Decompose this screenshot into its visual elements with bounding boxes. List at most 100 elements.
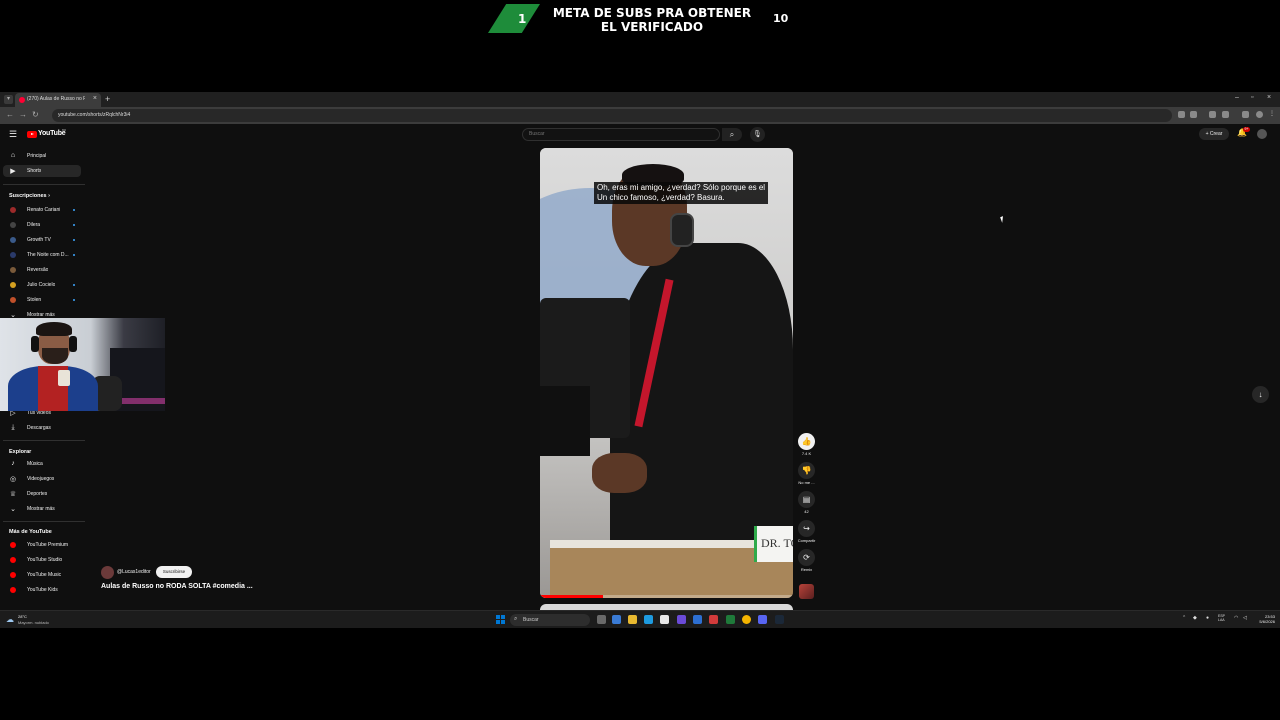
sidebar-icon[interactable] <box>1242 111 1249 118</box>
youtube-kids-icon <box>10 587 16 593</box>
system-clock[interactable]: 23:53 5/6/2026 <box>1255 614 1275 624</box>
sidebar-item-downloads[interactable]: ⤓ Descargas <box>3 422 81 434</box>
sidebar-item-subscription[interactable]: Julio Cocielo <box>3 279 81 291</box>
youtube-page: ☰ YouTube BR ⌕ 🎙 + Crear 🔔 9+ ⌂ Principa… <box>0 124 1280 610</box>
sound-thumbnail[interactable] <box>799 584 814 599</box>
share-label: Compartir <box>797 538 816 543</box>
minimize-icon[interactable]: – <box>1235 94 1239 101</box>
next-short-arrow-icon[interactable]: ↓ <box>1252 386 1269 403</box>
search-box[interactable] <box>522 128 720 141</box>
store-icon[interactable] <box>660 615 669 624</box>
remix-action[interactable]: ⟳ Remix <box>798 549 815 572</box>
back-icon[interactable]: ← <box>6 110 14 119</box>
share-icon[interactable]: ↪ <box>798 520 815 537</box>
tray-app-icon[interactable]: ● <box>1206 615 1209 621</box>
microphone-icon[interactable]: 🎙 <box>750 127 765 142</box>
short-title[interactable]: Aulas de Russo no RODA SOLTA #comedia ..… <box>101 583 253 590</box>
bookmark-star-icon[interactable] <box>1190 111 1197 118</box>
close-window-icon[interactable]: × <box>1267 94 1271 101</box>
channel-avatar[interactable] <box>101 566 114 579</box>
tab-search-chevron-icon[interactable]: ▾ <box>4 95 13 104</box>
browser-menu-icon[interactable]: ⋮ <box>1269 111 1276 118</box>
discord-icon[interactable] <box>758 615 767 624</box>
maximize-icon[interactable]: ▫ <box>1251 94 1253 101</box>
sidebar-item-youtube-music[interactable]: YouTube Music <box>3 569 81 581</box>
app-icon[interactable] <box>709 615 718 624</box>
tray-app-icon[interactable]: ◆ <box>1193 615 1197 621</box>
like-count: 7.4 K <box>801 451 812 456</box>
channel-name[interactable]: @Lucas1editor <box>117 569 151 575</box>
weather-description[interactable]: Mayorm. nublado <box>18 620 49 625</box>
app-icon[interactable] <box>726 615 735 624</box>
sidebar-item-subscription[interactable]: Dilera <box>3 219 81 231</box>
weather-cloud-icon[interactable]: ☁ <box>6 615 14 624</box>
shorts-video-player[interactable]: DR. TOM Oh, eras mi amigo, ¿verdad? Sólo… <box>540 148 793 598</box>
browser-tab-active[interactable]: (270) Aulas de Russo no R... × <box>15 93 101 107</box>
widgets-icon[interactable] <box>612 615 621 624</box>
search-input[interactable] <box>529 131 699 137</box>
sidebar-divider <box>3 184 85 185</box>
sidebar-item-subscription[interactable]: Reversão <box>3 264 81 276</box>
task-view-icon[interactable] <box>597 615 606 624</box>
comments-count: 42 <box>804 509 809 514</box>
share-action[interactable]: ↪ Compartir <box>798 520 815 543</box>
sidebar-item-subscription[interactable]: The Noite com D... <box>3 249 81 261</box>
sidebar-divider <box>3 440 85 441</box>
comments-action[interactable]: ▤ 42 <box>798 491 815 514</box>
weather-temperature[interactable]: 28°C <box>18 614 27 619</box>
sidebar-item-sports[interactable]: ♕ Deportes <box>3 488 81 500</box>
language-indicator[interactable]: ESP LAA <box>1218 614 1225 622</box>
sidebar-item-gaming[interactable]: ◎ Videojuegos <box>3 473 81 485</box>
subscribe-button[interactable]: Suscribirse <box>156 566 192 578</box>
hamburger-menu-icon[interactable]: ☰ <box>9 129 17 140</box>
subscriptions-heading[interactable]: Suscripciones › <box>9 193 50 199</box>
search-button-icon[interactable]: ⌕ <box>722 128 742 141</box>
remix-icon[interactable]: ⟳ <box>798 549 815 566</box>
sidebar-item-subscription[interactable]: Renato Cariani <box>3 204 81 216</box>
sidebar-show-more-explore[interactable]: ⌄ Mostrar más <box>3 503 81 515</box>
comment-icon[interactable]: ▤ <box>798 491 815 508</box>
video-person-hand <box>592 453 647 493</box>
url-field[interactable]: youtube.com/shorts/zRqlchNr3i4 <box>52 109 1172 122</box>
volume-icon[interactable]: ◁ <box>1243 615 1247 621</box>
new-tab-icon[interactable]: + <box>105 94 110 104</box>
new-content-dot <box>73 239 75 241</box>
keyboard-layout: LAA <box>1218 618 1225 622</box>
progress-fill[interactable] <box>540 595 604 598</box>
app-icon[interactable] <box>677 615 686 624</box>
account-avatar[interactable] <box>1257 129 1267 139</box>
extensions-puzzle-icon[interactable] <box>1222 111 1229 118</box>
sidebar-item-youtube-studio[interactable]: YouTube Studio <box>3 554 81 566</box>
youtube-logo-icon[interactable] <box>27 131 37 138</box>
wifi-icon[interactable]: ◠ <box>1234 615 1238 621</box>
tab-close-icon[interactable]: × <box>93 95 97 102</box>
dislike-action[interactable]: 👎 No me ... <box>798 462 815 485</box>
sidebar-item-music[interactable]: ♪ Música <box>3 458 81 470</box>
edge-browser-icon[interactable] <box>644 615 653 624</box>
dislike-icon[interactable]: 👎 <box>798 462 815 479</box>
extension-icon[interactable] <box>1209 111 1216 118</box>
sidebar-item-shorts[interactable]: ▶ Shorts <box>3 165 81 177</box>
app-icon[interactable] <box>693 615 702 624</box>
profile-icon[interactable] <box>1256 111 1263 118</box>
taskbar-search[interactable]: ⌕ Buscar <box>510 614 590 626</box>
dislike-label: No me ... <box>798 480 815 485</box>
sidebar-item-youtube-kids[interactable]: YouTube Kids <box>3 584 81 596</box>
windows-start-icon[interactable] <box>496 615 505 624</box>
music-icon: ♪ <box>11 460 15 467</box>
file-explorer-icon[interactable] <box>628 615 637 624</box>
forward-icon[interactable]: → <box>19 110 27 119</box>
reload-icon[interactable]: ↻ <box>32 110 39 119</box>
cast-icon[interactable] <box>1178 111 1185 118</box>
sidebar-item-principal[interactable]: ⌂ Principal <box>3 150 81 162</box>
sidebar-item-youtube-premium[interactable]: YouTube Premium <box>3 539 81 551</box>
browser-tab-bar: ▾ (270) Aulas de Russo no R... × + – ▫ × <box>0 92 1280 107</box>
tray-overflow-icon[interactable]: ⌃ <box>1182 615 1186 621</box>
like-action[interactable]: 👍 7.4 K <box>798 433 815 456</box>
sidebar-item-subscription[interactable]: Stolen <box>3 294 81 306</box>
steam-icon[interactable] <box>775 615 784 624</box>
create-button[interactable]: + Crear <box>1199 128 1229 140</box>
like-icon[interactable]: 👍 <box>798 433 815 450</box>
chrome-icon[interactable] <box>742 615 751 624</box>
sidebar-item-subscription[interactable]: Growth TV <box>3 234 81 246</box>
